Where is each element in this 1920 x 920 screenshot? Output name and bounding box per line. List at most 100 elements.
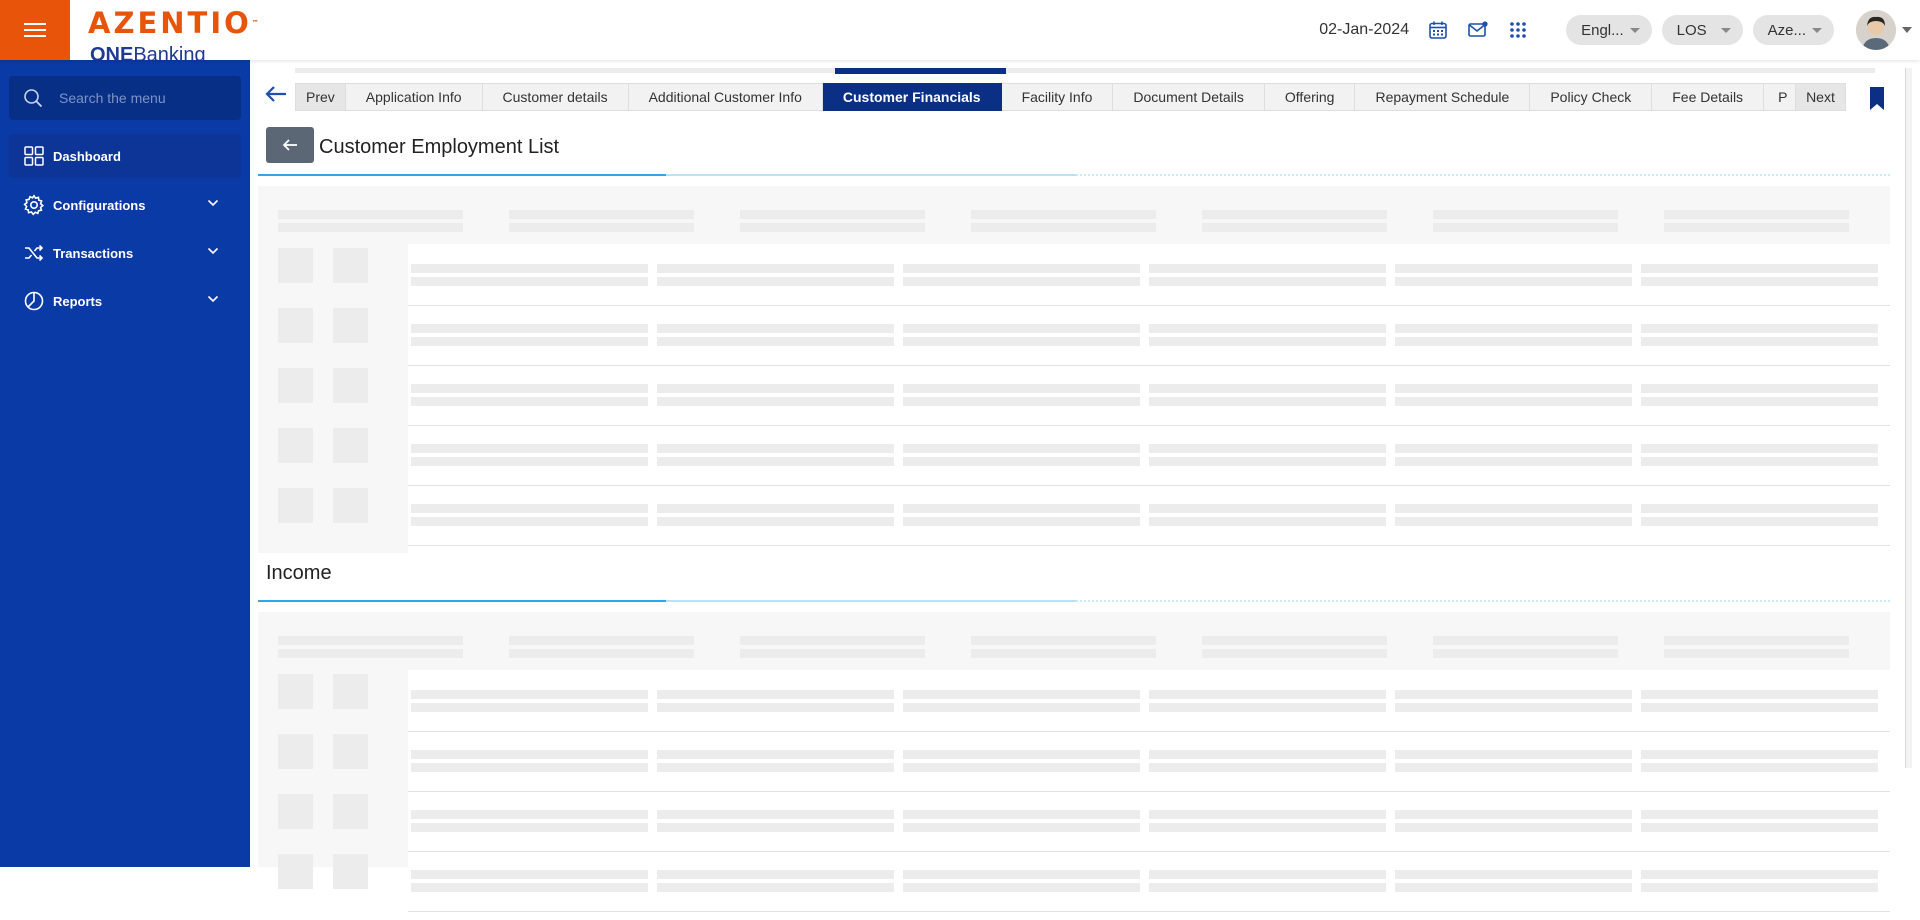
skeleton-header-bar (1433, 649, 1618, 658)
user-menu-chevron-icon[interactable] (1902, 27, 1912, 33)
skeleton-cell-bar (903, 517, 1140, 526)
skeleton-cell-bar (1149, 810, 1386, 819)
calendar-icon[interactable] (1427, 19, 1449, 41)
shuffle-icon (23, 242, 45, 264)
next-button[interactable]: Next (1796, 83, 1846, 111)
tab-facility-info[interactable]: Facility Info (1001, 83, 1114, 111)
skeleton-checkbox (278, 488, 313, 523)
skeleton-cell-bar (411, 444, 648, 453)
tab-customer-details[interactable]: Customer details (482, 83, 629, 111)
tab-fee-details[interactable]: Fee Details (1652, 83, 1765, 111)
skeleton-cell-bar (1395, 703, 1632, 712)
skeleton-cell-bar (1149, 763, 1386, 772)
skeleton-cell-bar (1641, 703, 1878, 712)
tab-offering[interactable]: Offering (1264, 83, 1356, 111)
sidebar-item-transactions[interactable]: Transactions (9, 231, 241, 275)
vertical-scrollbar[interactable] (1905, 68, 1912, 768)
skeleton-cell-bar (1149, 337, 1386, 346)
skeleton-cell-bar (903, 810, 1140, 819)
module-select[interactable]: LOS (1661, 15, 1743, 45)
skeleton-cell-bar (657, 870, 894, 879)
skeleton-row-divider (408, 911, 1890, 912)
section-back-button[interactable] (266, 127, 314, 163)
skeleton-cell-bar (1149, 384, 1386, 393)
skeleton-header-bar (1202, 223, 1387, 232)
bookmark-icon[interactable] (1867, 86, 1887, 112)
back-arrow-icon[interactable] (264, 84, 288, 104)
skeleton-header-bar (1202, 636, 1387, 645)
top-header: AZENTIO™ ONEBanking 02-Jan-2024 Engl... … (0, 0, 1920, 60)
prev-button[interactable]: Prev (295, 83, 346, 111)
skeleton-action (333, 308, 368, 343)
skeleton-header-bar (278, 636, 463, 645)
mail-icon[interactable] (1467, 19, 1489, 41)
skeleton-row-divider (408, 425, 1890, 426)
language-value: Engl... (1581, 21, 1624, 39)
skeleton-cell-bar (1641, 444, 1878, 453)
skeleton-action (333, 854, 368, 889)
skeleton-cell-bar (1395, 750, 1632, 759)
tab-repayment-schedule[interactable]: Repayment Schedule (1355, 83, 1531, 111)
skeleton-cell-bar (903, 277, 1140, 286)
skeleton-cell-bar (411, 504, 648, 513)
skeleton-header-bar (278, 210, 463, 219)
skeleton-cell-bar (1395, 384, 1632, 393)
tab-application-info[interactable]: Application Info (345, 83, 483, 111)
header-actions: 02-Jan-2024 Engl... LOS Aze... (1319, 0, 1920, 60)
skeleton-cell-bar (1395, 870, 1632, 879)
employment-list-skeleton (258, 186, 1890, 554)
search-icon (24, 89, 43, 108)
skeleton-header-bar (1664, 636, 1849, 645)
user-avatar[interactable] (1856, 10, 1896, 50)
product-suffix: Banking (133, 44, 206, 60)
skeleton-cell-bar (1395, 810, 1632, 819)
skeleton-cell-bar (1395, 690, 1632, 699)
skeleton-cell-bar (1641, 823, 1878, 832)
skeleton-cell-bar (411, 337, 648, 346)
skeleton-cell-bar (1149, 703, 1386, 712)
skeleton-cell-bar (1149, 397, 1386, 406)
skeleton-checkbox (278, 248, 313, 283)
skeleton-cell-bar (1395, 763, 1632, 772)
sidebar-item-configurations[interactable]: Configurations (9, 183, 241, 227)
language-select[interactable]: Engl... (1566, 15, 1652, 45)
tab-customer-financials[interactable]: Customer Financials (822, 83, 1002, 111)
skeleton-cell-bar (1149, 690, 1386, 699)
sidebar-item-reports[interactable]: Reports (9, 279, 241, 323)
skeleton-cell-bar (411, 457, 648, 466)
pie-chart-icon (23, 290, 45, 312)
entity-value: Aze... (1767, 21, 1806, 39)
search-input[interactable] (59, 90, 229, 106)
active-tab-indicator (835, 68, 1006, 74)
arrow-left-icon (282, 139, 297, 151)
skeleton-cell-bar (903, 337, 1140, 346)
skeleton-cell-bar (1641, 397, 1878, 406)
chevron-down-icon (207, 247, 219, 255)
income-section-title: Income (266, 562, 332, 584)
skeleton-cell-bar (1149, 264, 1386, 273)
skeleton-cell-bar (1641, 870, 1878, 879)
tab-document-details[interactable]: Document Details (1113, 83, 1265, 111)
tab-policy-check[interactable]: Policy Check (1530, 83, 1653, 111)
entity-select[interactable]: Aze... (1752, 15, 1834, 45)
skeleton-cell-bar (411, 823, 648, 832)
skeleton-header-bar (278, 649, 463, 658)
skeleton-cell-bar (411, 384, 648, 393)
tab-truncated[interactable]: P (1764, 83, 1797, 111)
skeleton-header-bar (1433, 636, 1618, 645)
skeleton-cell-bar (903, 324, 1140, 333)
skeleton-cell-bar (1149, 324, 1386, 333)
skeleton-header-bar (971, 210, 1156, 219)
skeleton-checkbox (278, 854, 313, 889)
menu-toggle-button[interactable] (0, 0, 70, 60)
tab-additional-customer-info[interactable]: Additional Customer Info (628, 83, 823, 111)
skeleton-action (333, 734, 368, 769)
apps-grid-icon[interactable] (1507, 19, 1529, 41)
skeleton-cell-bar (903, 750, 1140, 759)
skeleton-checkbox (278, 428, 313, 463)
workflow-tabs: Prev Application Info Customer details A… (295, 83, 1846, 111)
skeleton-checkbox (278, 674, 313, 709)
sidebar-item-dashboard[interactable]: Dashboard (9, 134, 241, 178)
gear-icon (23, 194, 45, 216)
chevron-down-icon (1720, 27, 1731, 33)
